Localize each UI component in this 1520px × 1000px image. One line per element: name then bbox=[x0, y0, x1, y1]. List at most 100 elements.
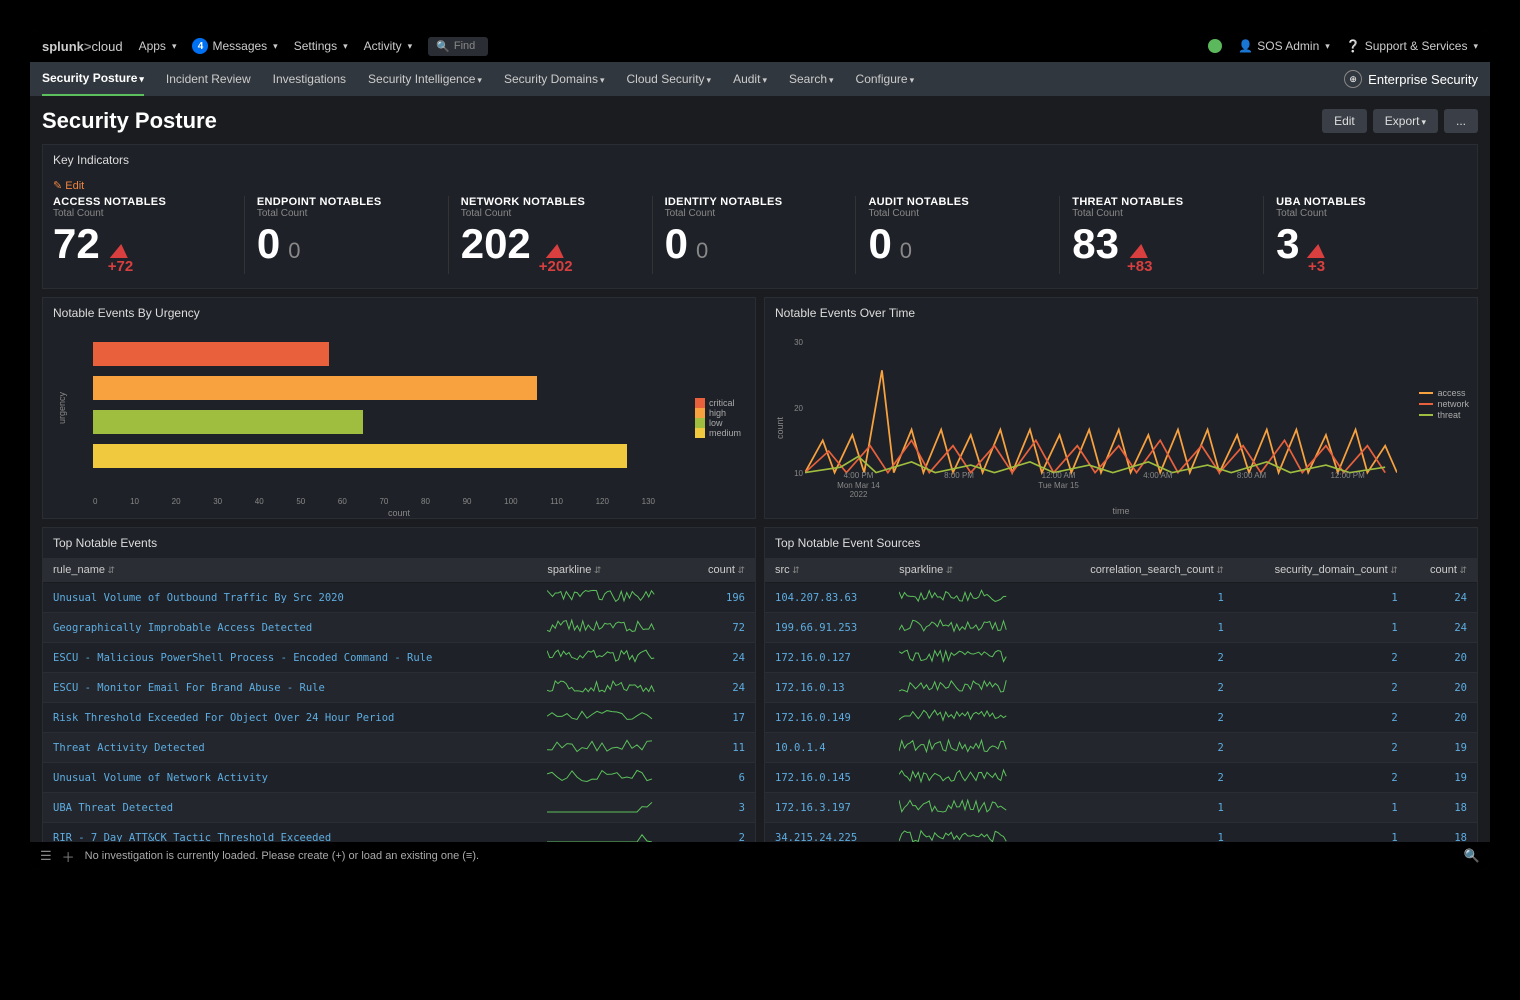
table-row[interactable]: Unusual Volume of Outbound Traffic By Sr… bbox=[43, 583, 755, 613]
rule-name[interactable]: Risk Threshold Exceeded For Object Over … bbox=[43, 703, 537, 733]
nav-security-posture[interactable]: Security Posture bbox=[42, 62, 144, 96]
top-events-panel: Top Notable Events rule_name sparkline c… bbox=[42, 527, 756, 842]
nav-cloud-security[interactable]: Cloud Security bbox=[627, 63, 712, 95]
src-cell[interactable]: 10.0.1.4 bbox=[765, 733, 889, 763]
search-icon[interactable]: 🔍 bbox=[1464, 848, 1480, 864]
table-row[interactable]: ESCU - Monitor Email For Brand Abuse - R… bbox=[43, 673, 755, 703]
nav-audit[interactable]: Audit bbox=[733, 63, 767, 95]
table-row[interactable]: 172.16.0.132220 bbox=[765, 673, 1477, 703]
indicator[interactable]: UBA NOTABLESTotal Count3+3 bbox=[1263, 196, 1467, 274]
rule-name[interactable]: UBA Threat Detected bbox=[43, 793, 537, 823]
sparkline-cell bbox=[889, 703, 1047, 733]
list-icon[interactable]: ☰ bbox=[40, 848, 52, 864]
indicator[interactable]: THREAT NOTABLESTotal Count83+83 bbox=[1059, 196, 1263, 274]
table-row[interactable]: Threat Activity Detected 11 bbox=[43, 733, 755, 763]
indicator[interactable]: IDENTITY NOTABLESTotal Count00 bbox=[652, 196, 856, 274]
line-chart[interactable] bbox=[805, 338, 1397, 478]
indicator-title: AUDIT NOTABLES bbox=[868, 196, 1059, 208]
indicator[interactable]: ACCESS NOTABLESTotal Count72+72 bbox=[53, 196, 244, 274]
nav-investigations[interactable]: Investigations bbox=[273, 63, 346, 95]
bar-low[interactable] bbox=[93, 410, 363, 434]
more-button[interactable]: ... bbox=[1444, 109, 1478, 133]
rule-name[interactable]: ESCU - Monitor Email For Brand Abuse - R… bbox=[43, 673, 537, 703]
table-row[interactable]: 172.16.0.1272220 bbox=[765, 643, 1477, 673]
src-cell[interactable]: 172.16.0.127 bbox=[765, 643, 889, 673]
count-cell: 18 bbox=[1408, 823, 1477, 843]
indicator[interactable]: ENDPOINT NOTABLESTotal Count00 bbox=[244, 196, 448, 274]
src-cell[interactable]: 104.207.83.63 bbox=[765, 583, 889, 613]
settings-menu[interactable]: Settings bbox=[294, 39, 348, 53]
table-row[interactable]: 34.215.24.2251118 bbox=[765, 823, 1477, 843]
bar-critical[interactable] bbox=[93, 342, 329, 366]
status-ok-icon[interactable] bbox=[1208, 39, 1222, 53]
nav-security-domains[interactable]: Security Domains bbox=[504, 63, 605, 95]
indicator[interactable]: NETWORK NOTABLESTotal Count202+202 bbox=[448, 196, 652, 274]
bar-high[interactable] bbox=[93, 376, 537, 400]
rule-name[interactable]: Geographically Improbable Access Detecte… bbox=[43, 613, 537, 643]
activity-menu[interactable]: Activity bbox=[364, 39, 413, 53]
nav-configure[interactable]: Configure bbox=[856, 63, 915, 95]
table-row[interactable]: 172.16.0.1492220 bbox=[765, 703, 1477, 733]
table-row[interactable]: ESCU - Malicious PowerShell Process - En… bbox=[43, 643, 755, 673]
bars-area[interactable] bbox=[93, 338, 655, 488]
src-cell[interactable]: 172.16.3.197 bbox=[765, 793, 889, 823]
sparkline-cell bbox=[537, 643, 688, 673]
export-button[interactable]: Export bbox=[1373, 109, 1438, 133]
edit-button[interactable]: Edit bbox=[1322, 109, 1367, 133]
src-cell[interactable]: 199.66.91.253 bbox=[765, 613, 889, 643]
col-rule-name[interactable]: rule_name bbox=[43, 558, 537, 583]
table-row[interactable]: Unusual Volume of Network Activity6 bbox=[43, 763, 755, 793]
indicator-title: ACCESS NOTABLES bbox=[53, 196, 244, 208]
user-menu[interactable]: 👤 SOS Admin bbox=[1238, 39, 1330, 53]
bar-medium[interactable] bbox=[93, 444, 627, 468]
src-cell[interactable]: 34.215.24.225 bbox=[765, 823, 889, 843]
panel-title: Key Indicators bbox=[43, 145, 1477, 175]
table-row[interactable]: RIR - 7 Day ATT&CK Tactic Threshold Exce… bbox=[43, 823, 755, 843]
indicator-title: UBA NOTABLES bbox=[1276, 196, 1467, 208]
count-cell: 11 bbox=[689, 733, 755, 763]
src-cell[interactable]: 172.16.0.145 bbox=[765, 763, 889, 793]
table-row[interactable]: Risk Threshold Exceeded For Object Over … bbox=[43, 703, 755, 733]
indicator[interactable]: AUDIT NOTABLESTotal Count00 bbox=[855, 196, 1059, 274]
global-search[interactable]: 🔍 Find bbox=[428, 37, 488, 56]
table-row[interactable]: 172.16.3.1971118 bbox=[765, 793, 1477, 823]
indicator-value: 00 bbox=[257, 223, 448, 265]
rule-name[interactable]: Threat Activity Detected bbox=[43, 733, 537, 763]
zero-sub: 0 bbox=[696, 240, 708, 262]
nav-security-intelligence[interactable]: Security Intelligence bbox=[368, 63, 482, 95]
rule-name[interactable]: Unusual Volume of Network Activity bbox=[43, 763, 537, 793]
col-sparkline[interactable]: sparkline bbox=[537, 558, 688, 583]
user-icon: 👤 bbox=[1238, 39, 1253, 53]
col-count[interactable]: count bbox=[1408, 558, 1477, 583]
apps-menu[interactable]: Apps bbox=[139, 39, 177, 53]
es-icon: ⊕ bbox=[1344, 70, 1362, 88]
col-sparkline[interactable]: sparkline bbox=[889, 558, 1047, 583]
ki-edit-link[interactable]: Edit bbox=[43, 175, 1477, 192]
src-cell[interactable]: 172.16.0.13 bbox=[765, 673, 889, 703]
nav-search[interactable]: Search bbox=[789, 63, 834, 95]
rule-name[interactable]: Unusual Volume of Outbound Traffic By Sr… bbox=[43, 583, 537, 613]
col-domain[interactable]: security_domain_count bbox=[1234, 558, 1408, 583]
zero-sub: 0 bbox=[288, 240, 300, 262]
sparkline-cell bbox=[537, 583, 688, 613]
col-count[interactable]: count bbox=[689, 558, 755, 583]
rule-name[interactable]: ESCU - Malicious PowerShell Process - En… bbox=[43, 643, 537, 673]
delta: +202 bbox=[539, 244, 573, 274]
table-row[interactable]: 172.16.0.1452219 bbox=[765, 763, 1477, 793]
rule-name[interactable]: RIR - 7 Day ATT&CK Tactic Threshold Exce… bbox=[43, 823, 537, 843]
table-row[interactable]: 10.0.1.42219 bbox=[765, 733, 1477, 763]
support-menu[interactable]: ❔ Support & Services bbox=[1346, 39, 1478, 53]
add-icon[interactable]: ＋ bbox=[62, 847, 75, 866]
table-row[interactable]: 199.66.91.2531124 bbox=[765, 613, 1477, 643]
table-row[interactable]: Geographically Improbable Access Detecte… bbox=[43, 613, 755, 643]
col-corr[interactable]: correlation_search_count bbox=[1047, 558, 1234, 583]
nav-incident-review[interactable]: Incident Review bbox=[166, 63, 251, 95]
col-src[interactable]: src bbox=[765, 558, 889, 583]
table-row[interactable]: UBA Threat Detected3 bbox=[43, 793, 755, 823]
table-row[interactable]: 104.207.83.631124 bbox=[765, 583, 1477, 613]
sparkline-cell bbox=[537, 793, 688, 823]
count-cell: 17 bbox=[689, 703, 755, 733]
src-cell[interactable]: 172.16.0.149 bbox=[765, 703, 889, 733]
messages-menu[interactable]: 4 Messages bbox=[192, 38, 277, 54]
domain-cell: 1 bbox=[1234, 583, 1408, 613]
